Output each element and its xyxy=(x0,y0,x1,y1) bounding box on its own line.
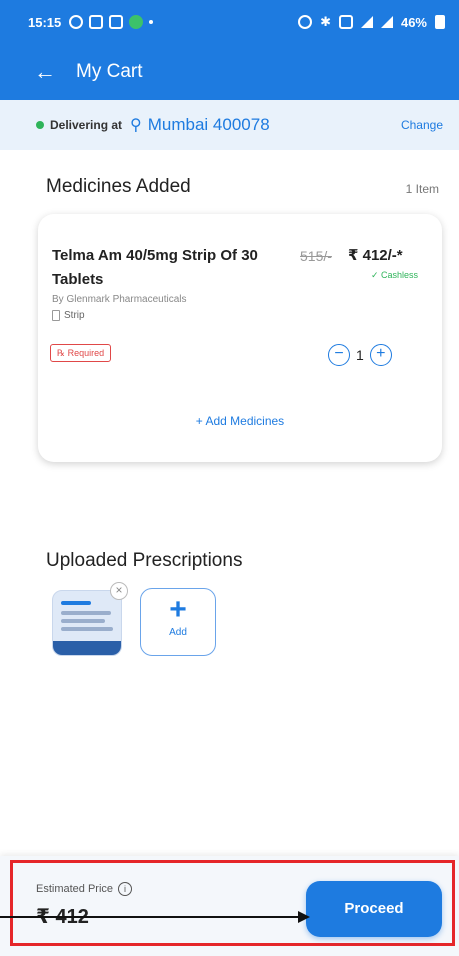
delivery-label: Delivering at xyxy=(50,118,123,132)
pack-type: Strip xyxy=(52,310,85,321)
battery-icon xyxy=(435,15,445,29)
thumbnail-line xyxy=(61,611,111,615)
item-count: 1 Item xyxy=(405,182,439,196)
manufacturer: By Glenmark Pharmaceuticals xyxy=(52,294,187,305)
prescriptions-heading: Uploaded Prescriptions xyxy=(46,550,243,571)
status-bar: 15:15 ✱ 46% xyxy=(0,0,459,44)
signal-icon-2 xyxy=(380,16,393,28)
status-dot-icon xyxy=(36,121,44,129)
medicines-heading: Medicines Added xyxy=(46,176,191,197)
proceed-button[interactable]: Proceed xyxy=(306,881,442,937)
annotation-arrow-head-icon xyxy=(298,911,310,923)
bluetooth-icon: ✱ xyxy=(320,14,331,29)
decrease-quantity-button[interactable]: − xyxy=(328,344,350,366)
battery-percent: 46% xyxy=(400,14,427,30)
status-time: 15:15 xyxy=(28,14,62,30)
info-icon[interactable]: i xyxy=(118,882,133,896)
thumbnail-line xyxy=(61,619,105,623)
quantity-stepper: − 1 + xyxy=(328,344,392,366)
delivery-bar: Delivering at ⚲ Mumbai 400078 Change xyxy=(0,100,459,150)
add-prescription-button[interactable]: + Add xyxy=(140,588,216,656)
app-bar: ← My Cart xyxy=(0,44,459,100)
thumbnail-line xyxy=(61,627,113,631)
thumbnail-footer xyxy=(53,641,121,655)
remove-prescription-icon[interactable]: × xyxy=(110,582,128,600)
calendar-icon xyxy=(89,15,104,29)
notification-icons xyxy=(69,15,154,29)
signal-icon xyxy=(360,16,373,28)
quantity-value: 1 xyxy=(356,347,364,363)
prescription-thumbnail[interactable] xyxy=(52,590,122,656)
arrow-left-icon[interactable]: ← xyxy=(34,59,62,85)
app-notification-icon xyxy=(129,15,144,29)
product-mrp: 515/- xyxy=(300,248,332,264)
location-pin-icon: ⚲ xyxy=(130,117,142,134)
system-status: ✱ 46% xyxy=(298,14,445,30)
increase-quantity-button[interactable]: + xyxy=(369,344,392,366)
change-location-button[interactable]: Change xyxy=(401,118,443,132)
pack-label: Strip xyxy=(64,310,85,321)
product-name[interactable]: Telma Am 40/5mg Strip Of 30 Tablets xyxy=(52,244,302,292)
annotation-arrow-line xyxy=(0,916,300,918)
product-price: ₹ 412/-* xyxy=(348,247,403,264)
whatsapp-icon xyxy=(69,15,84,29)
instagram-icon xyxy=(109,15,124,29)
plus-icon: + xyxy=(169,593,187,626)
add-prescription-label: Add xyxy=(169,627,187,638)
more-notifications-icon xyxy=(149,20,154,24)
page-title: My Cart xyxy=(76,61,143,82)
delivery-location: Mumbai 400078 xyxy=(147,115,270,134)
cashless-tag: ✓ Cashless xyxy=(370,270,418,280)
estimated-price-text: Estimated Price xyxy=(36,883,114,895)
add-medicines-button[interactable]: + Add Medicines xyxy=(38,414,442,428)
strip-icon xyxy=(52,310,60,321)
rx-required-badge: ℞ Required xyxy=(50,344,112,362)
estimated-price-label: Estimated Price i xyxy=(36,882,133,896)
cart-item-card: Telma Am 40/5mg Strip Of 30 Tablets 515/… xyxy=(38,214,442,462)
volte-icon xyxy=(338,15,353,29)
alarm-icon xyxy=(298,15,313,29)
thumbnail-line xyxy=(61,601,91,605)
